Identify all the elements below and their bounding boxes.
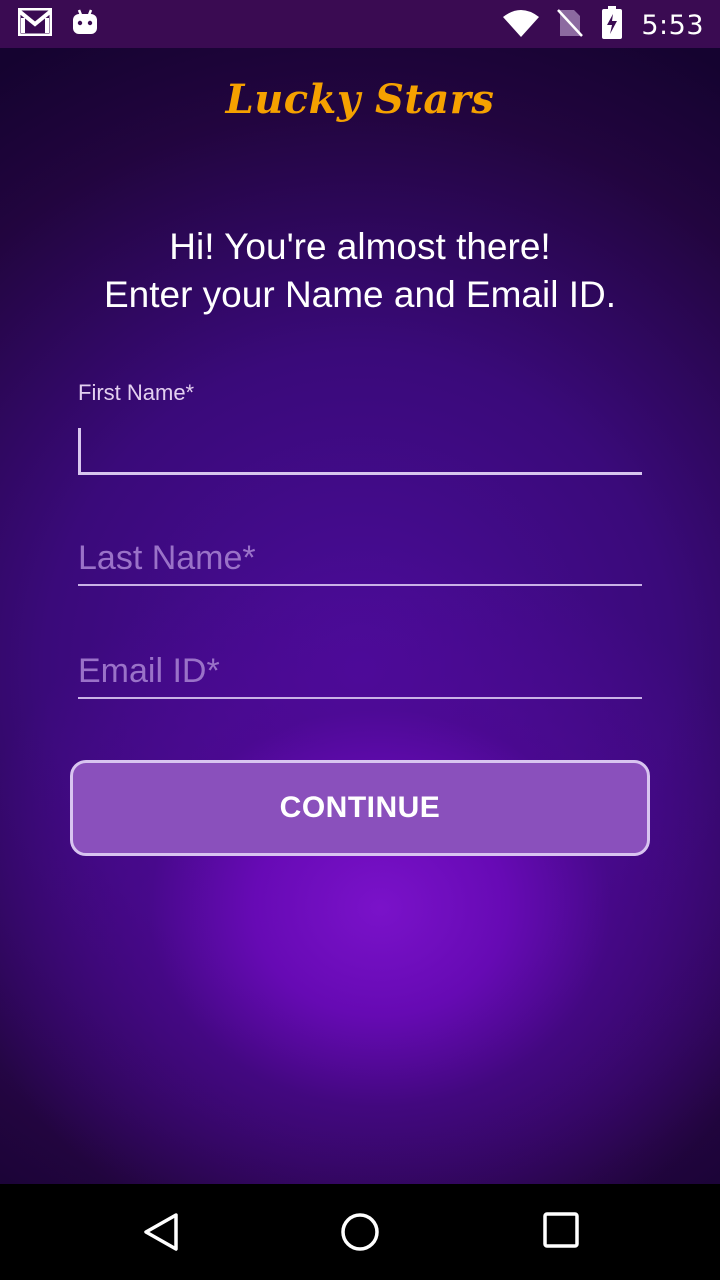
battery-charging-icon xyxy=(601,6,623,44)
first-name-label: First Name* xyxy=(78,380,195,405)
navigation-bar xyxy=(0,1184,720,1280)
first-name-input[interactable] xyxy=(78,420,642,472)
first-name-underline xyxy=(78,472,642,475)
no-sim-icon xyxy=(557,8,584,42)
last-name-underline xyxy=(78,584,642,586)
gmail-icon xyxy=(17,7,53,40)
text-cursor xyxy=(78,428,81,474)
back-icon[interactable] xyxy=(142,1212,180,1256)
phone-screen: 5:53 Lucky Stars Hi! You're almost there… xyxy=(0,0,720,1280)
wifi-icon xyxy=(503,9,540,41)
status-bar: 5:53 xyxy=(0,0,720,48)
email-input[interactable] xyxy=(78,645,642,697)
last-name-field[interactable] xyxy=(78,532,642,586)
signup-screen: Lucky Stars Hi! You're almost there! Ent… xyxy=(0,48,720,1184)
email-underline xyxy=(78,697,642,699)
intro-text: Hi! You're almost there! Enter your Name… xyxy=(40,223,680,319)
email-field[interactable] xyxy=(78,645,642,699)
intro-line-1: Hi! You're almost there! xyxy=(169,226,551,267)
status-time: 5:53 xyxy=(641,9,704,41)
first-name-field[interactable] xyxy=(78,420,642,475)
home-icon[interactable] xyxy=(340,1212,380,1256)
continue-button[interactable]: CONTINUE xyxy=(70,760,650,856)
last-name-input[interactable] xyxy=(78,532,642,584)
app-logo: Lucky Stars xyxy=(225,76,495,123)
android-icon xyxy=(72,8,98,40)
recents-icon[interactable] xyxy=(543,1212,579,1252)
intro-line-2: Enter your Name and Email ID. xyxy=(103,274,617,315)
